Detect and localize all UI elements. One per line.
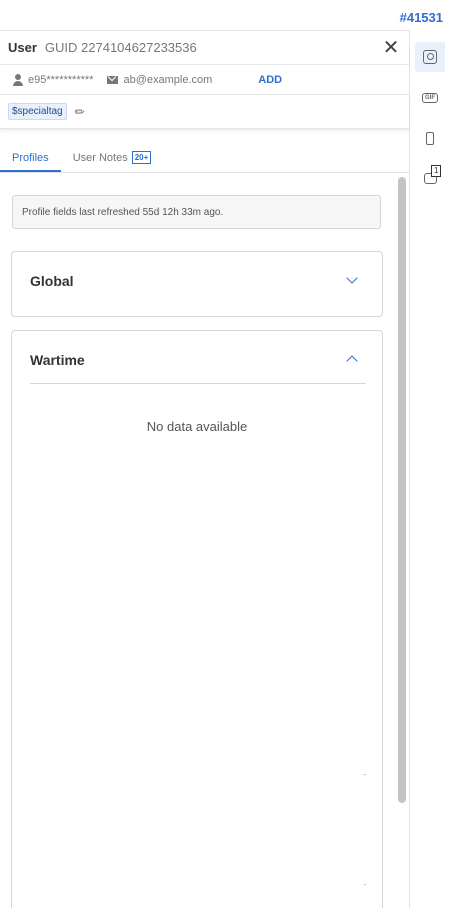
rail-chat-button[interactable]: 1	[415, 163, 445, 193]
panel-header: User GUID 2274104627233536 ✕	[0, 30, 409, 65]
contact-row: e95*********** ab@example.com ADD	[0, 65, 409, 95]
chevron-up-icon[interactable]	[346, 355, 358, 367]
ticket-id: #41531	[399, 10, 443, 25]
section-wartime-title: Wartime	[30, 352, 85, 368]
panel-title: User	[8, 40, 37, 55]
rail-gif-button[interactable]: GIF	[415, 83, 445, 113]
refresh-notice: Profile fields last refreshed 55d 12h 33…	[12, 195, 381, 229]
section-wartime: Wartime No data available	[11, 330, 383, 908]
user-profile-icon	[423, 50, 437, 64]
email-address: ab@example.com	[123, 73, 213, 86]
side-rail: GIF 1	[411, 30, 449, 908]
chat-count-badge: 1	[431, 165, 442, 177]
add-contact-button[interactable]: ADD	[258, 74, 282, 86]
edit-tag-icon[interactable]: ✎	[71, 103, 88, 120]
section-global[interactable]: Global	[11, 251, 383, 317]
faint-mark	[364, 884, 366, 885]
phone-touch-icon	[426, 131, 434, 145]
user-tag[interactable]: $specialtag	[8, 103, 67, 120]
chevron-down-icon[interactable]	[346, 272, 358, 284]
user-guid: GUID 2274104627233536	[44, 40, 197, 55]
mail-icon	[107, 75, 119, 84]
tab-bar: Profiles User Notes 20+	[0, 129, 409, 173]
tab-user-notes-label: User Notes	[72, 151, 128, 164]
gif-icon: GIF	[422, 93, 438, 103]
rail-user-profile-button[interactable]	[415, 42, 445, 72]
panel-scrollbar[interactable]	[398, 177, 406, 803]
empty-state-text: No data available	[146, 419, 248, 434]
section-divider	[30, 383, 366, 384]
section-global-title: Global	[30, 273, 74, 289]
phone-number: e95***********	[28, 73, 94, 86]
tab-profiles[interactable]: Profiles	[0, 152, 61, 172]
refresh-notice-text: Profile fields last refreshed 55d 12h 33…	[22, 206, 224, 218]
tab-profiles-label: Profiles	[12, 152, 49, 164]
tab-user-notes[interactable]: User Notes 20+	[61, 151, 164, 172]
tag-row: $specialtag ✎	[0, 95, 409, 129]
notes-count-badge: 20+	[131, 151, 152, 164]
rail-phone-button[interactable]	[415, 123, 445, 153]
person-icon	[12, 73, 24, 86]
user-panel: User GUID 2274104627233536 ✕ e95********…	[0, 30, 410, 908]
faint-mark	[364, 774, 366, 775]
close-icon[interactable]: ✕	[381, 38, 401, 58]
